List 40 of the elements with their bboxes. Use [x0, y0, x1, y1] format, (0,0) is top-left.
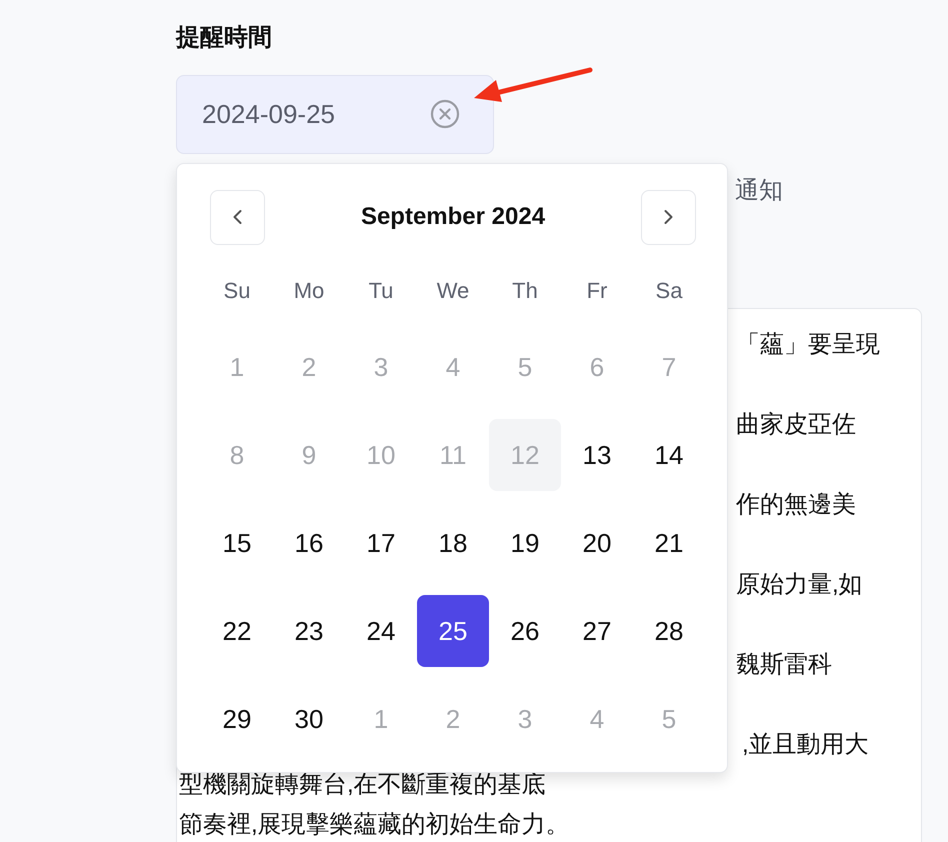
calendar-day[interactable]: 18: [417, 507, 489, 579]
previous-month-button[interactable]: [210, 190, 265, 244]
calendar-day[interactable]: 13: [561, 419, 633, 491]
calendar-day[interactable]: 15: [201, 507, 273, 579]
calendar-day[interactable]: 29: [201, 683, 273, 755]
date-field[interactable]: 2024-09-25: [176, 75, 494, 154]
calendar-day[interactable]: 30: [273, 683, 345, 755]
weekday-label: Tu: [368, 278, 394, 304]
weekday-label: We: [436, 278, 470, 304]
calendar-day[interactable]: 25: [417, 595, 489, 667]
article-text: ,並且動用大: [742, 730, 869, 760]
field-label: 提醒時間: [176, 23, 272, 53]
article-text: 型機關旋轉舞台,在不斷重複的基底: [179, 770, 546, 800]
weekday-label: Fr: [586, 278, 608, 304]
article-text: 魏斯雷科: [736, 650, 832, 680]
weekday-label: Th: [512, 278, 538, 304]
calendar-day[interactable]: 21: [633, 507, 705, 579]
article-text: 節奏裡,展現擊樂蘊藏的初始生命力。: [179, 810, 570, 840]
weekday-label: Su: [224, 278, 250, 304]
clear-icon[interactable]: [430, 99, 460, 129]
notification-text: 通知: [735, 176, 783, 206]
calendar-day[interactable]: 16: [273, 507, 345, 579]
calendar-day[interactable]: 24: [345, 595, 417, 667]
month-title: September 2024: [360, 203, 546, 231]
calendar-day[interactable]: 26: [489, 595, 561, 667]
calendar-day[interactable]: 28: [633, 595, 705, 667]
calendar-day[interactable]: 17: [345, 507, 417, 579]
calendar-day[interactable]: 19: [489, 507, 561, 579]
next-month-button[interactable]: [640, 190, 696, 244]
calendar-day[interactable]: 27: [561, 595, 633, 667]
weekday-label: Mo: [294, 278, 324, 304]
calendar-day[interactable]: 23: [273, 595, 345, 667]
weekday-label: Sa: [656, 278, 682, 304]
article-text: 曲家皮亞佐: [736, 410, 856, 440]
calendar-day[interactable]: 14: [633, 419, 705, 491]
article-text: 作的無邊美: [736, 490, 856, 520]
calendar-day[interactable]: 22: [201, 595, 273, 667]
article-text: 「蘊」要呈現: [736, 330, 880, 360]
calendar-day[interactable]: 20: [561, 507, 633, 579]
article-text: 原始力量,如: [736, 570, 863, 600]
